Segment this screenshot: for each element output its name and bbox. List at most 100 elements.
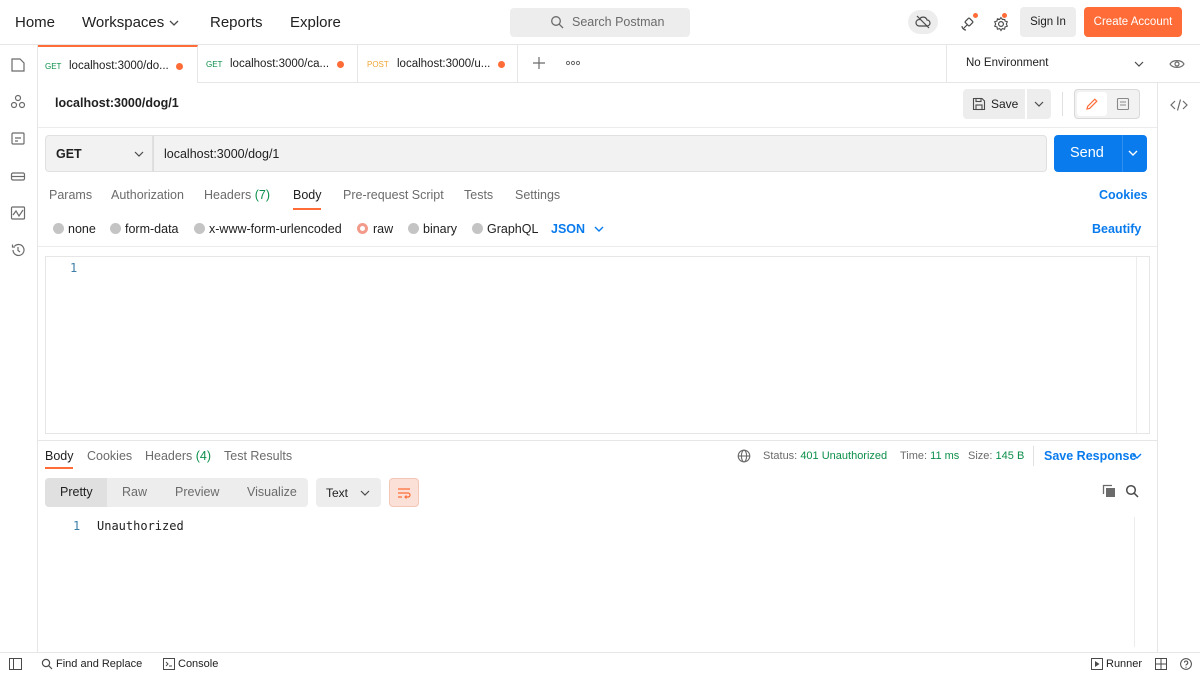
environments-icon[interactable] <box>10 131 26 147</box>
response-tab-test-results[interactable]: Test Results <box>224 449 292 463</box>
method-selector[interactable]: GET <box>45 135 153 172</box>
find-and-replace-button[interactable]: Find and Replace <box>56 658 142 670</box>
monitors-icon[interactable] <box>10 205 26 221</box>
method-label: GET <box>56 147 82 161</box>
response-format-selector[interactable]: Text <box>316 478 381 507</box>
nav-reports[interactable]: Reports <box>210 14 263 31</box>
runner-button[interactable]: Runner <box>1106 658 1142 670</box>
tab-body[interactable]: Body <box>293 188 322 202</box>
help-icon[interactable] <box>1180 658 1192 670</box>
environment-label: No Environment <box>966 57 1049 69</box>
nav-home[interactable]: Home <box>15 14 55 31</box>
search-placeholder: Search Postman <box>572 15 665 29</box>
request-tab[interactable]: POST localhost:3000/u... <box>358 45 518 83</box>
active-tab-indicator <box>45 467 73 469</box>
search-icon[interactable] <box>1125 484 1139 498</box>
documentation-button[interactable] <box>1111 92 1137 116</box>
send-label: Send <box>1070 145 1104 161</box>
beautify-link[interactable]: Beautify <box>1092 222 1141 236</box>
nav-explore[interactable]: Explore <box>290 14 341 31</box>
history-icon[interactable] <box>10 242 26 258</box>
tab-authorization[interactable]: Authorization <box>111 188 184 202</box>
sync-status-button[interactable] <box>908 10 938 34</box>
settings-button[interactable] <box>991 12 1013 34</box>
view-preview-button[interactable]: Preview <box>175 485 219 499</box>
code-snippet-icon[interactable] <box>1170 98 1188 112</box>
response-tab-cookies[interactable]: Cookies <box>87 449 132 463</box>
save-options-button[interactable] <box>1027 89 1051 119</box>
radio-urlencoded[interactable] <box>194 223 205 234</box>
editor-scrollbar[interactable] <box>1136 257 1149 433</box>
wrap-lines-button[interactable] <box>389 478 419 507</box>
collections-icon[interactable] <box>10 57 26 73</box>
pane-divider[interactable] <box>38 440 1157 441</box>
gear-icon <box>993 16 1009 32</box>
raw-format-selector[interactable]: JSON <box>551 222 585 236</box>
response-headers-count: (4) <box>195 449 212 463</box>
save-response-button[interactable]: Save Response <box>1044 449 1136 463</box>
response-time[interactable]: Time: 11 ms <box>900 450 959 462</box>
tab-headers[interactable]: Headers (7) <box>204 188 270 202</box>
headers-count: (7) <box>254 188 271 202</box>
view-pretty-button[interactable]: Pretty <box>45 478 107 507</box>
save-response-label: Save Response <box>1044 449 1137 463</box>
notification-dot <box>972 12 979 19</box>
response-size[interactable]: Size: 145 B <box>968 450 1024 462</box>
request-tab[interactable]: GET localhost:3000/do... <box>38 45 198 83</box>
sidebar-toggle-icon[interactable] <box>9 658 22 670</box>
tab-label: localhost:3000/u... <box>397 58 491 70</box>
response-status[interactable]: Status: 401 Unauthorized <box>763 450 887 462</box>
copy-icon[interactable] <box>1102 484 1116 498</box>
new-tab-icon[interactable] <box>532 56 546 70</box>
send-button[interactable]: Send <box>1054 135 1147 172</box>
save-button[interactable]: Save <box>963 89 1025 119</box>
globe-icon[interactable] <box>737 449 751 463</box>
raw-format-label: JSON <box>551 222 586 236</box>
chevron-down-icon <box>1131 450 1143 462</box>
radio-graphql[interactable] <box>472 223 483 234</box>
tab-method: GET <box>45 62 62 71</box>
url-input[interactable]: localhost:3000/dog/1 <box>153 135 1047 172</box>
console-button[interactable]: Console <box>178 658 218 670</box>
chevron-down-icon <box>359 487 371 499</box>
request-body-editor[interactable]: 1 <box>45 256 1150 434</box>
create-account-button[interactable]: Create Account <box>1084 7 1182 37</box>
right-sidebar <box>1157 83 1200 652</box>
tab-tests[interactable]: Tests <box>464 188 493 202</box>
view-pretty-label: Pretty <box>60 485 93 499</box>
radio-form-data[interactable] <box>110 223 121 234</box>
pencil-icon <box>1085 97 1099 111</box>
cookies-link[interactable]: Cookies <box>1099 188 1148 202</box>
response-tab-body[interactable]: Body <box>45 449 74 463</box>
response-scrollbar[interactable] <box>1134 517 1150 647</box>
tab-label: localhost:3000/ca... <box>230 58 330 70</box>
active-tab-indicator <box>293 208 321 210</box>
chevron-down-icon[interactable] <box>1127 147 1139 159</box>
apis-icon[interactable] <box>10 94 26 110</box>
view-visualize-button[interactable]: Visualize <box>247 485 297 499</box>
tab-params[interactable]: Params <box>49 188 92 202</box>
radio-none[interactable] <box>53 223 64 234</box>
mock-servers-icon[interactable] <box>10 168 26 184</box>
capture-requests-button[interactable] <box>958 12 980 34</box>
environment-quick-look-icon[interactable] <box>1169 57 1185 71</box>
status-value: 401 Unauthorized <box>800 450 888 462</box>
two-pane-view-icon[interactable] <box>1155 658 1167 670</box>
sign-in-button[interactable]: Sign In <box>1020 7 1076 37</box>
response-tab-headers[interactable]: Headers (4) <box>145 449 211 463</box>
more-tabs-icon[interactable] <box>566 60 580 66</box>
tab-settings[interactable]: Settings <box>515 188 560 202</box>
response-body-text: Unauthorized <box>97 519 184 533</box>
unsaved-dot <box>176 63 183 70</box>
view-raw-button[interactable]: Raw <box>122 485 147 499</box>
request-tab[interactable]: GET localhost:3000/ca... <box>198 45 358 83</box>
edit-mode-button[interactable] <box>1077 92 1107 116</box>
radio-raw[interactable] <box>357 223 368 234</box>
radio-binary[interactable] <box>408 223 419 234</box>
divider <box>38 246 1157 247</box>
request-title[interactable]: localhost:3000/dog/1 <box>55 96 179 110</box>
nav-workspaces[interactable]: Workspaces <box>82 14 164 31</box>
tab-pre-request-script[interactable]: Pre-request Script <box>343 188 444 202</box>
environment-selector[interactable]: No Environment <box>946 45 1157 83</box>
search-input[interactable]: Search Postman <box>510 8 690 37</box>
